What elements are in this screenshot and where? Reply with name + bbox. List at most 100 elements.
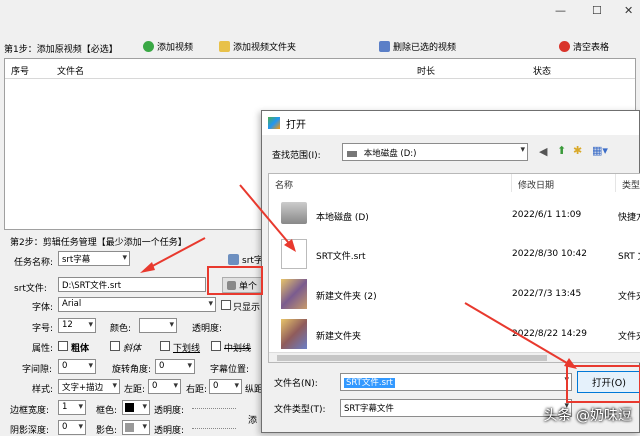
col-type[interactable]: 类型 [616,174,640,192]
filename-value: SRT文件.srt [344,378,395,388]
srt-icon [228,253,239,265]
only-show-checkbox[interactable] [221,300,231,310]
border-color-picker[interactable] [122,400,150,415]
border-width-label: 边框宽度: [10,406,50,416]
color-picker[interactable] [139,318,177,333]
file-row[interactable]: 新建文件夹 2022/8/22 14:29 文件夹 [269,316,640,352]
col-filename[interactable]: 文件名 [57,64,84,77]
attr-label: 属性: [32,344,54,354]
back-icon[interactable]: ◀ [539,145,547,158]
srt-button-label: srt字 [242,255,263,266]
srt-file-label: srt文件: [14,284,47,294]
srt-file-value: D:\SRT文件.srt [62,281,122,291]
open-button[interactable]: 打开(O) [577,371,640,393]
up-folder-icon[interactable]: ⬆ [557,144,566,157]
rotate-label: 旋转角度: [112,365,152,375]
plus-icon [143,40,154,52]
col-status[interactable]: 状态 [533,64,551,77]
clear-table-button[interactable]: 清空表格 [559,38,609,54]
underline-checkbox[interactable] [160,341,170,351]
only-show-label: 只显示 [233,303,261,313]
lookin-select[interactable]: 本地磁盘 (D:) [342,143,528,161]
open-dialog: 打开 查找范围(I): 本地磁盘 (D:) ◀ ⬆ ✱ ▦▾ 名称 修改日期 类… [261,110,640,433]
minimize-button[interactable]: — [555,4,566,17]
rotate-value: 0 [159,361,165,371]
filetype-select[interactable]: SRT字幕文件 [340,399,572,417]
border-trans-label: 透明度: [154,406,185,416]
right-margin-label: 右距: [186,385,208,395]
close-button[interactable]: ✕ [624,4,633,17]
font-select[interactable]: Arial [58,297,216,312]
font-value: Arial [62,299,82,309]
rotate-select[interactable]: 0 [155,359,195,374]
view-menu-icon[interactable]: ▦▾ [592,144,608,157]
watermark: 头条 @奶味逗 [543,408,632,424]
shadow-trans-slider[interactable] [192,428,236,432]
left-margin-value: 0 [152,381,158,391]
style-select[interactable]: 文字+描边 [58,379,120,394]
horizontal-scrollbar[interactable] [269,352,640,362]
filename-label: 文件名(N): [274,379,318,389]
delete-selected-button[interactable]: 删除已选的视频 [379,38,456,54]
add-video-label: 添加视频 [157,42,194,53]
delete-list-icon [379,40,390,52]
folder-icon [219,40,230,52]
dialog-titlebar: 打开 [262,111,639,135]
folder-icon [281,279,307,309]
dialog-title: 打开 [286,119,306,131]
file-name: 本地磁盘 (D) [316,213,369,223]
add-folder-label: 添加视频文件夹 [233,42,297,53]
drive-icon [347,150,357,157]
clear-table-label: 清空表格 [573,42,610,53]
filename-input[interactable]: SRT文件.srt [340,373,572,391]
file-row[interactable]: 本地磁盘 (D) 2022/6/1 11:09 快捷方 [269,196,640,232]
file-type: SRT 文 [618,252,640,262]
strike-checkbox[interactable] [211,341,221,351]
srt-file-input[interactable]: D:\SRT文件.srt [58,277,206,292]
filetype-label: 文件类型(T): [274,405,326,415]
lookin-label: 查找范围(I): [272,151,321,161]
add-folder-button[interactable]: 添加视频文件夹 [219,38,296,54]
single-button-label: 单个 [238,281,257,292]
maximize-button[interactable]: ☐ [592,4,602,17]
file-row[interactable]: SRT文件.srt 2022/8/30 10:42 SRT 文 [269,236,640,272]
file-date: 2022/6/1 11:09 [512,210,582,220]
italic-checkbox[interactable] [110,341,120,351]
right-margin-value: 0 [213,381,219,391]
filetype-value: SRT字幕文件 [344,404,394,414]
task-name-select[interactable]: srt字幕 [58,251,130,266]
left-margin-select[interactable]: 0 [148,379,181,394]
style-label: 样式: [32,385,54,395]
add-video-button[interactable]: 添加视频 [143,38,193,54]
spacing-label: 字间隙: [22,365,53,375]
file-list[interactable]: 名称 修改日期 类型 本地磁盘 (D) 2022/6/1 11:09 快捷方 S… [268,173,640,363]
border-width-select[interactable]: 1 [58,400,86,415]
file-row[interactable]: 新建文件夹 (2) 2022/7/3 13:45 文件夹 [269,276,640,312]
shadow-color-label: 影色: [96,426,118,436]
transparency-label: 透明度: [192,324,223,334]
single-button[interactable]: 单个 [222,277,262,293]
srt-button[interactable]: srt字 [228,251,263,267]
size-value: 12 [62,320,73,330]
left-margin-label: 左距: [124,385,146,395]
file-name: 新建文件夹 (2) [316,292,377,302]
col-duration[interactable]: 时长 [417,64,435,77]
spacing-value: 0 [62,361,68,371]
underline-label: 下划线 [173,344,201,354]
col-modified[interactable]: 修改日期 [512,174,616,192]
spacing-select[interactable]: 0 [58,359,96,374]
col-index[interactable]: 序号 [11,64,29,77]
bold-checkbox[interactable] [58,341,68,351]
border-trans-slider[interactable] [192,408,236,412]
bold-label: 粗体 [71,344,90,354]
new-folder-icon[interactable]: ✱ [573,144,582,157]
size-select[interactable]: 12 [58,318,96,333]
right-margin-select[interactable]: 0 [209,379,242,394]
col-name[interactable]: 名称 [269,174,512,192]
shadow-value: 0 [62,422,68,432]
col-modified-label: 修改日期 [518,181,555,191]
scrollbar-thumb[interactable] [277,355,547,361]
open-button-label: 打开(O) [592,378,626,389]
task-name-label: 任务名称: [14,258,54,268]
font-label: 字体: [32,303,54,313]
